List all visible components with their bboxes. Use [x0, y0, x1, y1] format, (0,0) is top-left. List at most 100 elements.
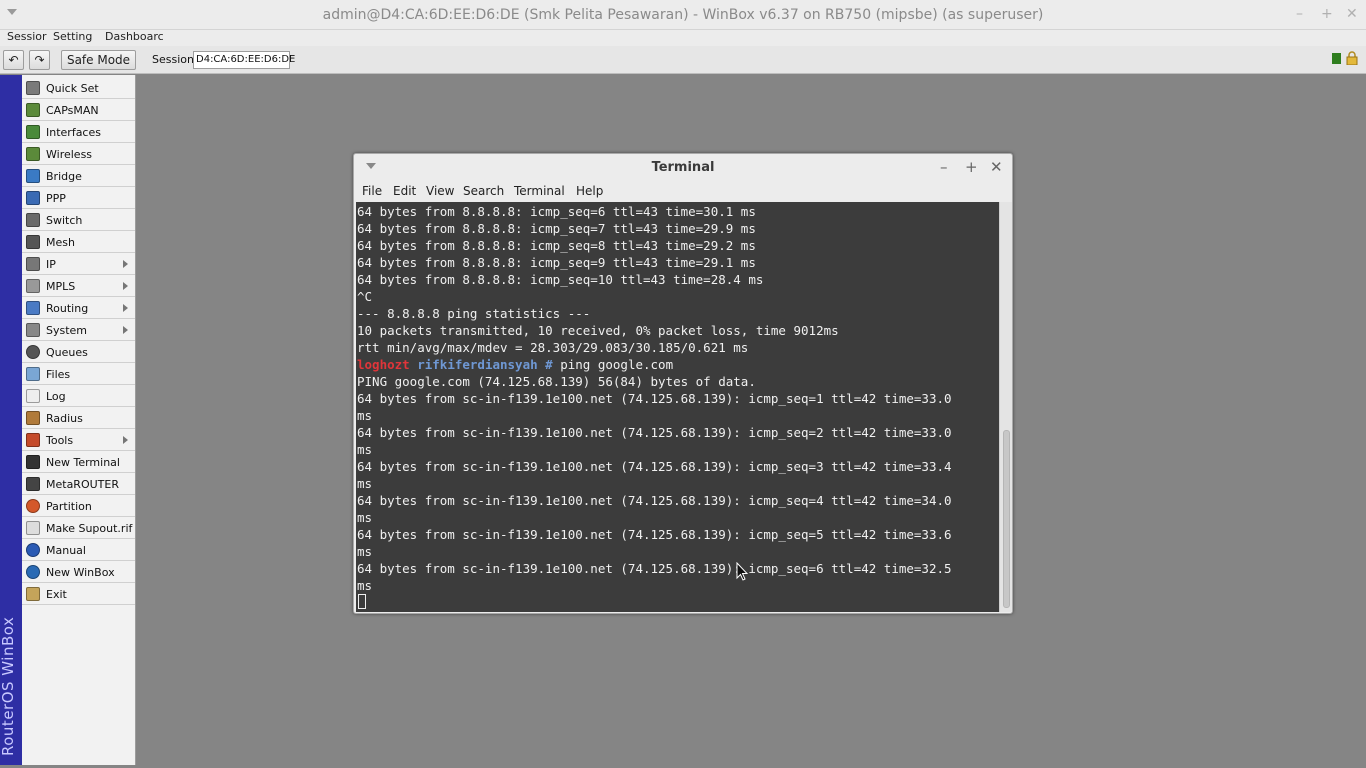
menu-session[interactable]: Sessior: [7, 30, 47, 43]
text-cursor: [358, 594, 366, 609]
sidebar-item-new-terminal[interactable]: New Terminal: [22, 451, 135, 473]
maximize-button[interactable]: +: [1321, 6, 1333, 22]
routing-icon: [26, 301, 40, 315]
terminal-line: ^C: [357, 289, 373, 304]
terminal-line: 10 packets transmitted, 10 received, 0% …: [357, 323, 839, 338]
exit-icon: [26, 587, 40, 601]
redo-button[interactable]: ↷: [29, 50, 50, 70]
terminal-menu-help[interactable]: Help: [576, 184, 603, 198]
terminal-menu-edit[interactable]: Edit: [393, 184, 416, 198]
sidebar-item-ppp[interactable]: PPP: [22, 187, 135, 209]
terminal-titlebar[interactable]: Terminal – + ✕: [354, 154, 1012, 182]
safe-mode-button[interactable]: Safe Mode: [61, 50, 136, 70]
sidebar-item-label: Exit: [46, 588, 67, 601]
sidebar-item-label: Switch: [46, 214, 83, 227]
terminal-title: Terminal: [651, 160, 715, 175]
sidebar-item-tools[interactable]: Tools: [22, 429, 135, 451]
sidebar-item-files[interactable]: Files: [22, 363, 135, 385]
sidebar-item-bridge[interactable]: Bridge: [22, 165, 135, 187]
terminal-line: PING google.com (74.125.68.139) 56(84) b…: [357, 374, 756, 389]
quick-set-icon: [26, 81, 40, 95]
terminal-menu-view[interactable]: View: [426, 184, 454, 198]
terminal-menu-search[interactable]: Search: [463, 184, 504, 198]
menu-settings[interactable]: Setting: [53, 30, 92, 43]
session-field[interactable]: D4:CA:6D:EE:D6:DE: [193, 51, 295, 69]
sidebar-item-manual[interactable]: Manual: [22, 539, 135, 561]
mpls-icon: [26, 279, 40, 293]
brand-text: RouterOS WinBox: [0, 616, 17, 756]
sidebar-item-mesh[interactable]: Mesh: [22, 231, 135, 253]
terminal-output[interactable]: 64 bytes from 8.8.8.8: icmp_seq=6 ttl=43…: [356, 202, 999, 612]
sidebar-item-label: Radius: [46, 412, 83, 425]
sidebar-item-label: Manual: [46, 544, 86, 557]
sidebar-item-queues[interactable]: Queues: [22, 341, 135, 363]
sidebar-item-radius[interactable]: Radius: [22, 407, 135, 429]
terminal-line: ms: [357, 578, 373, 593]
terminal-line: 64 bytes from 8.8.8.8: icmp_seq=7 ttl=43…: [357, 221, 756, 236]
submenu-arrow-icon: [123, 282, 128, 290]
capsman-icon: [26, 103, 40, 117]
sidebar-item-label: Tools: [46, 434, 74, 447]
sidebar-item-mpls[interactable]: MPLS: [22, 275, 135, 297]
close-button[interactable]: ✕: [1346, 6, 1358, 22]
sidebar-item-ip[interactable]: IP: [22, 253, 135, 275]
terminal-menu-file[interactable]: File: [362, 184, 382, 198]
terminal-line: --- 8.8.8.8 ping statistics ---: [357, 306, 591, 321]
sidebar-item-label: Wireless: [46, 148, 93, 161]
sidebar-item-log[interactable]: Log: [22, 385, 135, 407]
interfaces-icon: [26, 125, 40, 139]
prompt-host: loghozt: [357, 357, 410, 372]
scrollbar-thumb[interactable]: [1003, 430, 1010, 608]
undo-icon: ↶: [8, 53, 19, 67]
terminal-line: ms: [357, 544, 373, 559]
terminal-line: 64 bytes from sc-in-f139.1e100.net (74.1…: [357, 493, 952, 508]
terminal-minimize-button[interactable]: –: [940, 158, 948, 176]
sidebar-item-wireless[interactable]: Wireless: [22, 143, 135, 165]
sidebar-item-quick-set[interactable]: Quick Set: [22, 77, 135, 99]
terminal-window[interactable]: Terminal – + ✕ File Edit View Search Ter…: [353, 153, 1013, 614]
sidebar-item-capsman[interactable]: CAPsMAN: [22, 99, 135, 121]
sidebar-item-interfaces[interactable]: Interfaces: [22, 121, 135, 143]
sidebar-item-system[interactable]: System: [22, 319, 135, 341]
supout-icon: [26, 521, 40, 535]
sidebar: Quick Set CAPsMAN Interfaces Wireless Bridge…: [22, 75, 136, 765]
submenu-arrow-icon: [123, 304, 128, 312]
redo-icon: ↷: [34, 53, 45, 67]
sidebar-item-partition[interactable]: Partition: [22, 495, 135, 517]
metarouter-icon: [26, 477, 40, 491]
prompt-user: rifkiferdiansyah: [417, 357, 538, 372]
sidebar-item-switch[interactable]: Switch: [22, 209, 135, 231]
terminal-line: 64 bytes from sc-in-f139.1e100.net (74.1…: [357, 391, 952, 406]
terminal-scrollbar[interactable]: [999, 202, 1012, 612]
terminal-menubar: File Edit View Search Terminal Help: [354, 182, 1012, 202]
terminal-close-button[interactable]: ✕: [990, 158, 1003, 176]
bridge-icon: [26, 169, 40, 183]
sidebar-item-label: New WinBox: [46, 566, 115, 579]
system-icon: [26, 323, 40, 337]
sidebar-item-new-winbox[interactable]: New WinBox: [22, 561, 135, 583]
terminal-icon: [26, 455, 40, 469]
sidebar-item-make-supout-rif[interactable]: Make Supout.rif: [22, 517, 135, 539]
terminal-line: ms: [357, 476, 373, 491]
sidebar-item-label: New Terminal: [46, 456, 120, 469]
manual-icon: [26, 543, 40, 557]
ip-icon: [26, 257, 40, 271]
session-label: Session: [152, 53, 194, 66]
sidebar-item-label: MPLS: [46, 280, 76, 293]
terminal-line: rtt min/avg/max/mdev = 28.303/29.083/30.…: [357, 340, 749, 355]
prompt-symbol: #: [545, 357, 553, 372]
terminal-maximize-button[interactable]: +: [965, 158, 978, 176]
terminal-line: 64 bytes from sc-in-f139.1e100.net (74.1…: [357, 425, 952, 440]
undo-button[interactable]: ↶: [3, 50, 24, 70]
lock-icon: [1346, 51, 1358, 65]
sidebar-item-metarouter[interactable]: MetaROUTER: [22, 473, 135, 495]
sidebar-item-routing[interactable]: Routing: [22, 297, 135, 319]
terminal-menu-terminal[interactable]: Terminal: [514, 184, 565, 198]
submenu-arrow-icon: [123, 436, 128, 444]
minimize-button[interactable]: –: [1296, 6, 1303, 22]
submenu-arrow-icon: [123, 260, 128, 268]
sidebar-item-label: Quick Set: [46, 82, 99, 95]
terminal-line: 64 bytes from 8.8.8.8: icmp_seq=8 ttl=43…: [357, 238, 756, 253]
sidebar-item-exit[interactable]: Exit: [22, 583, 135, 605]
menu-dashboard[interactable]: Dashboarc: [105, 30, 164, 43]
